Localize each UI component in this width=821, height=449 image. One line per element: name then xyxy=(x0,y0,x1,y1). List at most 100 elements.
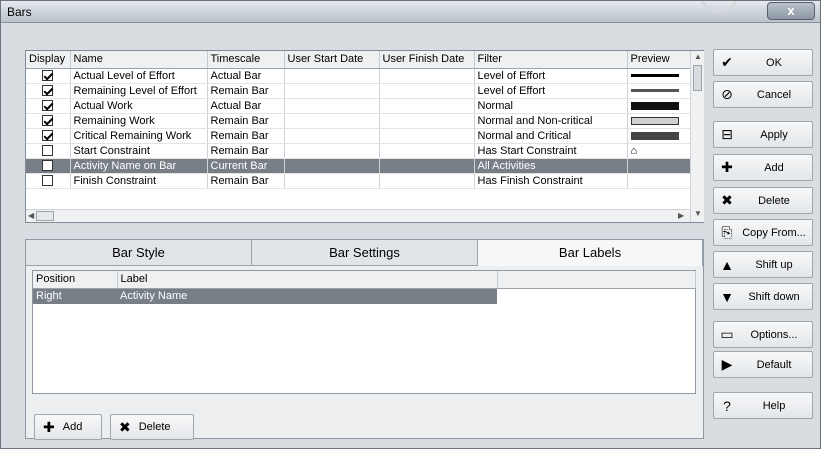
start-date-cell[interactable] xyxy=(284,173,380,189)
scroll-down-icon[interactable]: ▼ xyxy=(694,209,702,218)
display-cell[interactable] xyxy=(26,113,71,129)
filter-cell[interactable]: Level of Effort xyxy=(474,83,628,99)
default-button[interactable]: ▶ Default xyxy=(713,351,813,378)
tab-bar-style[interactable]: Bar Style xyxy=(26,240,252,266)
tab-bar-settings[interactable]: Bar Settings xyxy=(252,240,478,266)
label-position-cell[interactable]: Right xyxy=(33,288,117,304)
start-date-cell[interactable] xyxy=(284,113,380,129)
col-position[interactable]: Position xyxy=(33,271,118,289)
display-cell[interactable] xyxy=(26,158,71,174)
tab-bar-labels[interactable]: Bar Labels xyxy=(478,240,703,266)
filter-cell[interactable]: Has Finish Constraint xyxy=(474,173,628,189)
col-user-finish-date[interactable]: User Finish Date xyxy=(379,51,475,69)
filter-cell[interactable]: Normal and Critical xyxy=(474,128,628,144)
name-cell[interactable]: Finish Constraint xyxy=(70,173,208,189)
delete-button[interactable]: ✖ Delete xyxy=(713,187,813,214)
display-checkbox[interactable] xyxy=(42,130,54,142)
timescale-cell[interactable]: Remain Bar xyxy=(207,83,285,99)
copy-from-button[interactable]: ⎘ Copy From... xyxy=(713,219,813,246)
finish-date-cell[interactable] xyxy=(379,68,475,84)
apply-button[interactable]: ⊟ Apply xyxy=(713,121,813,148)
name-cell[interactable]: Remaining Work xyxy=(70,113,208,129)
timescale-cell[interactable]: Actual Bar xyxy=(207,98,285,114)
close-button[interactable]: x xyxy=(767,2,815,20)
start-date-cell[interactable] xyxy=(284,68,380,84)
display-checkbox[interactable] xyxy=(42,160,54,172)
col-preview[interactable]: Preview xyxy=(627,51,691,69)
cancel-button[interactable]: ⊘ Cancel xyxy=(713,81,813,108)
bar-row[interactable]: Actual Work Actual Bar Normal xyxy=(26,98,691,114)
finish-date-cell[interactable] xyxy=(379,113,475,129)
add-button[interactable]: ✚ Add xyxy=(713,154,813,181)
name-cell[interactable]: Critical Remaining Work xyxy=(70,128,208,144)
bar-row[interactable]: Activity Name on Bar Current Bar All Activ… xyxy=(26,158,691,174)
label-delete-button[interactable]: ✖ Delete xyxy=(110,414,194,440)
label-add-button[interactable]: ✚ Add xyxy=(34,414,102,440)
finish-date-cell[interactable] xyxy=(379,158,475,174)
filter-cell[interactable]: Normal xyxy=(474,98,628,114)
preview-cell[interactable] xyxy=(627,158,691,174)
timescale-cell[interactable]: Remain Bar xyxy=(207,143,285,159)
ok-button[interactable]: ✔ OK xyxy=(713,49,813,76)
timescale-cell[interactable]: Remain Bar xyxy=(207,173,285,189)
display-cell[interactable] xyxy=(26,143,71,159)
name-cell[interactable]: Remaining Level of Effort xyxy=(70,83,208,99)
display-checkbox[interactable] xyxy=(42,70,54,82)
col-user-start-date[interactable]: User Start Date xyxy=(284,51,380,69)
col-display[interactable]: Display xyxy=(26,51,71,69)
scroll-left-icon[interactable]: ◀ xyxy=(28,211,34,220)
display-cell[interactable] xyxy=(26,68,71,84)
finish-date-cell[interactable] xyxy=(379,98,475,114)
preview-cell[interactable]: ⌂ xyxy=(627,143,691,159)
bar-row[interactable]: Remaining Level of Effort Remain Bar Level… xyxy=(26,83,691,99)
start-date-cell[interactable] xyxy=(284,98,380,114)
timescale-cell[interactable]: Actual Bar xyxy=(207,68,285,84)
bar-row[interactable]: Actual Level of Effort Actual Bar Level of… xyxy=(26,68,691,84)
timescale-cell[interactable]: Remain Bar xyxy=(207,128,285,144)
bar-row[interactable]: Start Constraint Remain Bar Has Start Cons… xyxy=(26,143,691,159)
bar-row[interactable]: Remaining Work Remain Bar Normal and Non-c… xyxy=(26,113,691,129)
finish-date-cell[interactable] xyxy=(379,173,475,189)
start-date-cell[interactable] xyxy=(284,143,380,159)
filter-cell[interactable]: Normal and Non-critical xyxy=(474,113,628,129)
start-date-cell[interactable] xyxy=(284,158,380,174)
preview-cell[interactable] xyxy=(627,83,691,99)
start-date-cell[interactable] xyxy=(284,83,380,99)
finish-date-cell[interactable] xyxy=(379,143,475,159)
display-cell[interactable] xyxy=(26,128,71,144)
scroll-right-icon[interactable]: ▶ xyxy=(678,211,684,220)
help-button[interactable]: ? Help xyxy=(713,392,813,419)
bar-label-row[interactable]: Right Activity Name xyxy=(33,288,695,304)
preview-cell[interactable] xyxy=(627,173,691,189)
shift-down-button[interactable]: ▼ Shift down xyxy=(713,283,813,310)
preview-cell[interactable] xyxy=(627,113,691,129)
start-date-cell[interactable] xyxy=(284,128,380,144)
display-checkbox[interactable] xyxy=(42,85,54,97)
name-cell[interactable]: Activity Name on Bar xyxy=(70,158,208,174)
bar-row[interactable]: Finish Constraint Remain Bar Has Finish Co… xyxy=(26,173,691,189)
display-checkbox[interactable] xyxy=(42,175,54,187)
vertical-scroll-thumb[interactable] xyxy=(693,65,702,91)
display-checkbox[interactable] xyxy=(42,100,54,112)
label-name-cell[interactable]: Activity Name xyxy=(117,288,497,304)
display-checkbox[interactable] xyxy=(42,115,54,127)
bar-row[interactable]: Critical Remaining Work Remain Bar Normal … xyxy=(26,128,691,144)
name-cell[interactable]: Actual Work xyxy=(70,98,208,114)
finish-date-cell[interactable] xyxy=(379,128,475,144)
scroll-up-icon[interactable]: ▲ xyxy=(694,52,702,61)
display-cell[interactable] xyxy=(26,173,71,189)
filter-cell[interactable]: Has Start Constraint xyxy=(474,143,628,159)
horizontal-scrollbar[interactable]: ◀ ▶ xyxy=(26,209,690,222)
timescale-cell[interactable]: Current Bar xyxy=(207,158,285,174)
vertical-scrollbar[interactable]: ▲ ▼ xyxy=(690,51,704,222)
horizontal-scroll-thumb[interactable] xyxy=(36,211,54,221)
timescale-cell[interactable]: Remain Bar xyxy=(207,113,285,129)
preview-cell[interactable] xyxy=(627,98,691,114)
finish-date-cell[interactable] xyxy=(379,83,475,99)
filter-cell[interactable]: All Activities xyxy=(474,158,628,174)
display-cell[interactable] xyxy=(26,83,71,99)
col-filter[interactable]: Filter xyxy=(474,51,628,69)
display-cell[interactable] xyxy=(26,98,71,114)
preview-cell[interactable] xyxy=(627,128,691,144)
col-label[interactable]: Label xyxy=(117,271,498,289)
